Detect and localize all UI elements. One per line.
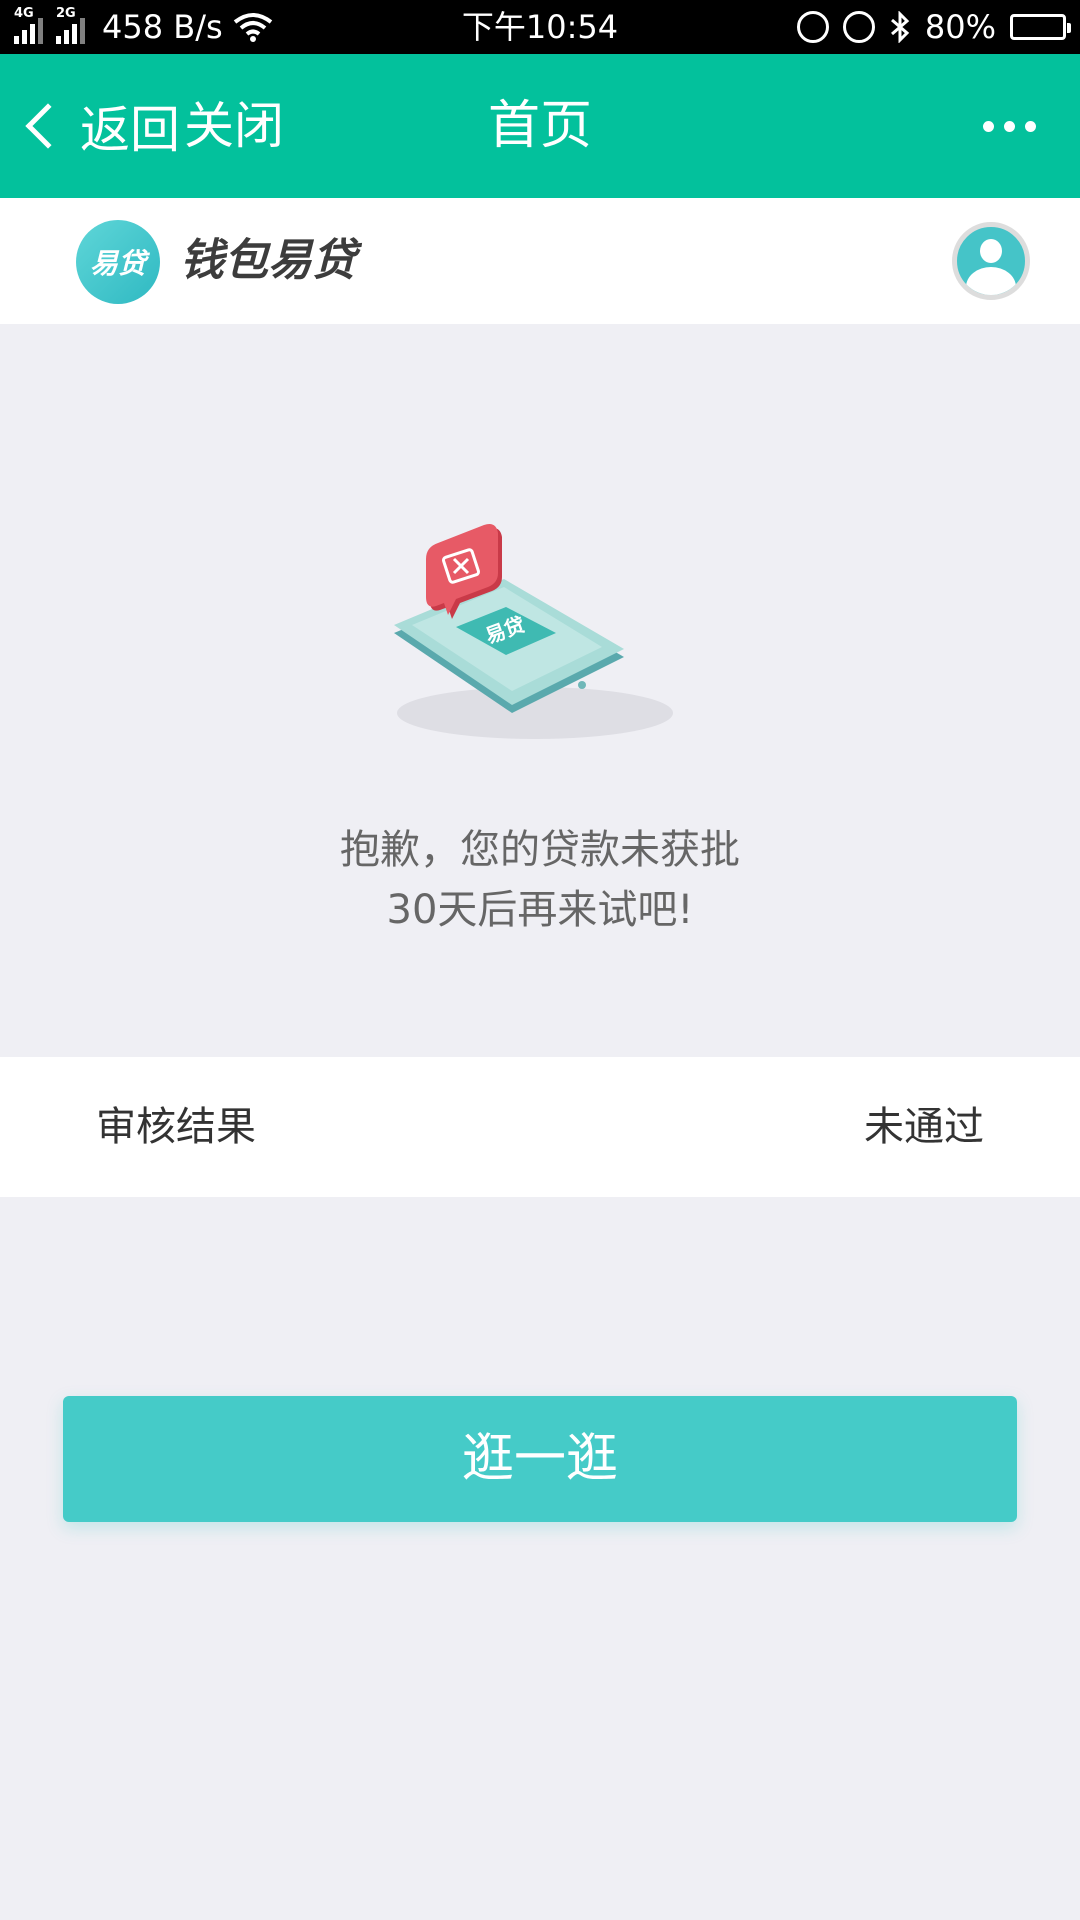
nav-bar: 返回 关闭 首页 <box>0 54 1080 198</box>
browse-button[interactable]: 逛一逛 <box>63 1396 1017 1522</box>
brand-logo-text: 易贷 <box>89 247 146 280</box>
bluetooth-icon <box>890 11 910 43</box>
loan-rejected-illustration: 易贷 <box>394 524 673 739</box>
lock-rotation-icon <box>796 11 829 43</box>
brand-logo: 易贷 <box>76 220 160 304</box>
review-result-label: 审核结果 <box>96 1104 256 1150</box>
battery-icon <box>1010 14 1071 40</box>
status-bar: 4G 2G 458 B/s 下午10:54 80% <box>0 0 1080 54</box>
close-button[interactable]: 关闭 <box>184 54 284 198</box>
rejection-message-line2: 30天后再来试吧! <box>386 887 694 933</box>
network-speed: 458 B/s <box>102 8 223 46</box>
more-menu-button[interactable] <box>983 54 1036 198</box>
more-dots-icon <box>1004 120 1015 132</box>
signal-icon: 2G <box>56 6 88 44</box>
more-dots-icon <box>983 120 994 132</box>
user-icon-body <box>966 267 1016 295</box>
rejection-message-line1: 抱歉，您的贷款未获批 <box>340 827 740 873</box>
network-type-2: 2G <box>56 6 76 21</box>
alarm-icon <box>842 11 875 43</box>
more-dots-icon <box>1025 120 1036 132</box>
review-result-row: 审核结果 未通过 <box>0 1057 1080 1197</box>
rejection-message: 抱歉，您的贷款未获批 30天后再来试吧! <box>0 820 1080 940</box>
chevron-left-icon <box>25 103 71 149</box>
brand-header: 易贷 钱包易贷 <box>0 198 1080 324</box>
network-type-1: 4G <box>14 6 34 21</box>
user-icon <box>980 239 1002 263</box>
back-label: 返回 <box>80 101 180 159</box>
user-avatar-button[interactable] <box>952 222 1030 300</box>
status-right: 80% <box>796 0 1071 54</box>
brand-name: 钱包易贷 <box>180 235 356 286</box>
back-button[interactable]: 返回 <box>18 54 180 198</box>
review-result-value: 未通过 <box>864 1104 984 1150</box>
battery-percent: 80% <box>924 8 996 46</box>
status-left: 4G 2G 458 B/s <box>14 0 273 54</box>
wifi-icon <box>233 13 272 42</box>
signal-icon: 4G <box>14 6 46 44</box>
